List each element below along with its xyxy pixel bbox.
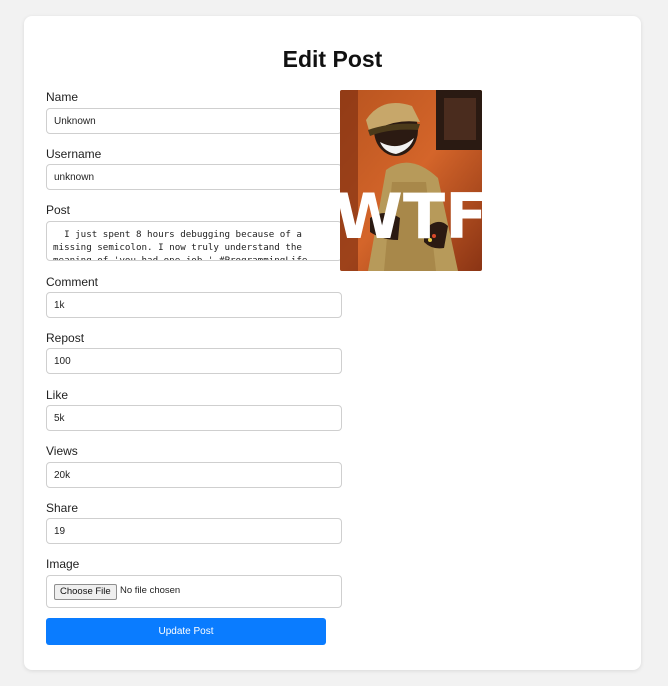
share-label: Share (46, 501, 79, 515)
preview-photo: WTF (340, 90, 482, 271)
repost-input[interactable] (46, 348, 342, 374)
comment-input[interactable] (46, 292, 342, 318)
name-label: Name (46, 90, 79, 104)
image-file-input[interactable]: Choose File No file chosen (46, 575, 342, 608)
views-label: Views (46, 444, 78, 458)
preview-overlay-text: WTF (340, 180, 482, 253)
share-input[interactable] (46, 518, 342, 544)
repost-label: Repost (46, 331, 85, 345)
image-preview: WTF (340, 90, 482, 271)
edit-post-card: Edit Post Name Username Post I just spen… (24, 16, 641, 670)
post-textarea[interactable]: I just spent 8 hours debugging because o… (46, 221, 342, 261)
post-label: Post (46, 203, 71, 217)
like-input[interactable] (46, 405, 342, 431)
comment-label: Comment (46, 275, 99, 289)
page-title: Edit Post (282, 46, 383, 72)
username-label: Username (46, 147, 102, 161)
name-input[interactable] (46, 108, 342, 134)
username-input[interactable] (46, 164, 342, 190)
choose-file-button[interactable]: Choose File (54, 584, 117, 600)
like-label: Like (46, 388, 69, 402)
image-label: Image (46, 557, 80, 571)
file-status: No file chosen (120, 585, 181, 596)
update-post-button[interactable]: Update Post (46, 618, 326, 645)
views-input[interactable] (46, 462, 342, 488)
